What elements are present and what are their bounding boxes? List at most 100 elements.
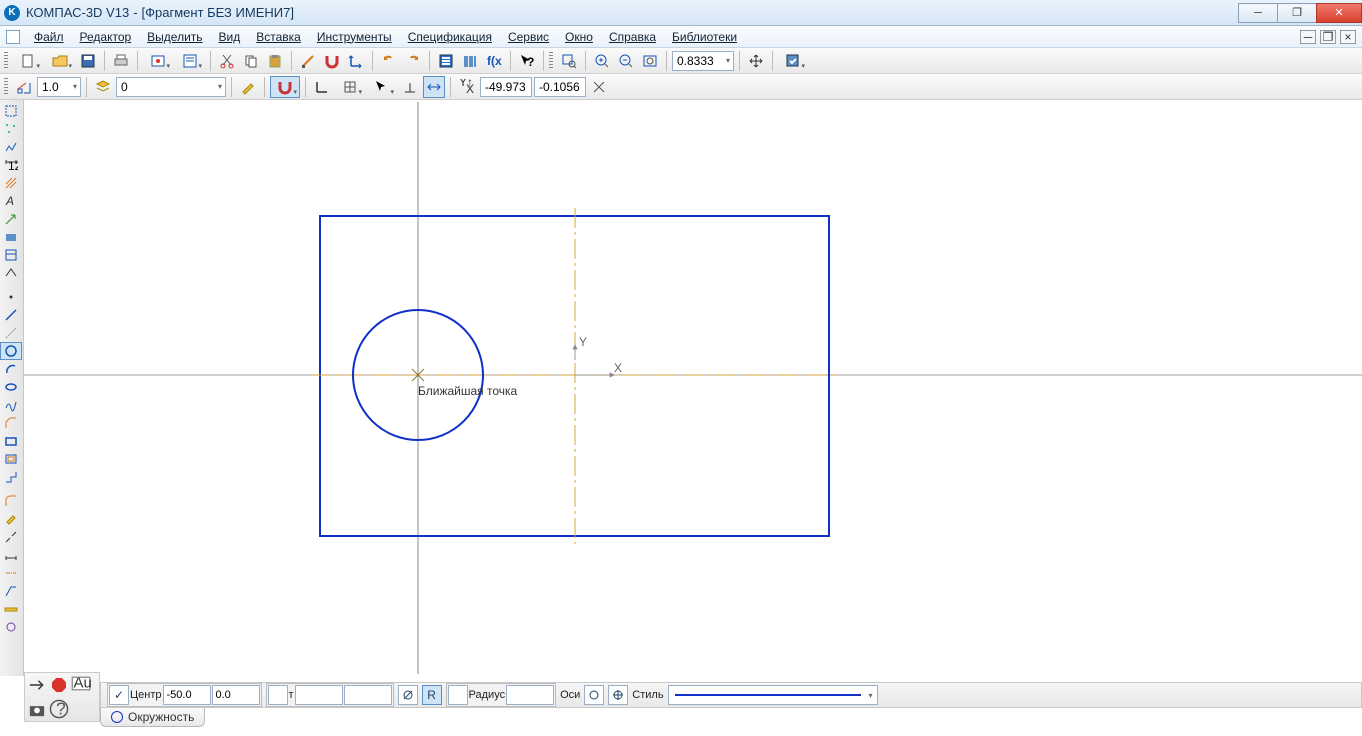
arc-tool[interactable] [0,360,22,378]
menu-edit[interactable]: Редактор [72,28,140,46]
paint-tool[interactable] [0,510,22,528]
perpendicular-icon[interactable] [399,76,421,98]
circle-tool[interactable] [0,342,22,360]
help-button[interactable]: ? [49,699,69,719]
menu-select[interactable]: Выделить [139,28,210,46]
menu-file[interactable]: Файл [26,28,72,46]
grid-button[interactable] [335,76,365,98]
variables-button[interactable]: f(x) [483,50,505,72]
dimension-tool[interactable]: 12 [0,156,22,174]
pan-button[interactable] [745,50,767,72]
dimension-linear-tool[interactable] [0,546,22,564]
text-tool[interactable]: A [0,192,22,210]
edit-properties-button[interactable] [237,76,259,98]
mdi-minimize-button[interactable]: ─ [1300,30,1316,44]
mdi-icon[interactable] [6,30,20,44]
zoom-out-button[interactable] [615,50,637,72]
coord-go-button[interactable] [588,76,610,98]
circle-tab[interactable]: Окружность [100,708,205,727]
create-arrow-button[interactable] [27,675,47,695]
auto-create-button[interactable]: Auto [71,675,91,695]
coord-x-input[interactable] [480,77,532,97]
equidistant-tool[interactable] [0,450,22,468]
scale-icon[interactable] [13,76,35,98]
polyline-tool[interactable] [0,138,22,156]
axes-off-button[interactable] [584,685,604,705]
help-cursor-button[interactable]: ? [516,50,538,72]
center-fix-button[interactable]: ✓ [109,685,129,705]
fillet-tool[interactable] [0,492,22,510]
redo-button[interactable] [402,50,424,72]
stop-button[interactable] [49,675,69,695]
parametric-button[interactable] [423,76,445,98]
paste-button[interactable] [264,50,286,72]
menu-spec[interactable]: Спецификация [400,28,500,46]
point-x-input[interactable] [295,685,343,705]
menu-service[interactable]: Сервис [500,28,557,46]
point-multi-tool[interactable] [0,120,22,138]
point-fix-button[interactable] [268,685,288,705]
point-y-input[interactable] [344,685,392,705]
toolbar-grip[interactable] [4,78,8,96]
line-tool[interactable] [0,306,22,324]
coord-y-input[interactable] [534,77,586,97]
save-button[interactable] [77,50,99,72]
print-button[interactable] [110,50,132,72]
table-tool[interactable] [0,246,22,264]
toolbar-grip[interactable] [549,52,553,70]
menu-view[interactable]: Вид [211,28,249,46]
menu-libs[interactable]: Библиотеки [664,28,745,46]
drawing-canvas[interactable]: Y X Ближайшая точка [24,100,1362,676]
hatch-tool[interactable] [0,174,22,192]
break-tool[interactable] [0,528,22,546]
local-cs-button[interactable] [345,50,367,72]
center-x-input[interactable] [163,685,211,705]
document-manager-button[interactable] [435,50,457,72]
minimize-button[interactable]: ─ [1238,3,1278,23]
maximize-button[interactable]: ❐ [1277,3,1317,23]
point-tool[interactable] [0,288,22,306]
zoom-fit-button[interactable] [639,50,661,72]
rebuild-button[interactable] [778,50,808,72]
menu-insert[interactable]: Вставка [248,28,309,46]
aux-line-tool[interactable] [0,324,22,342]
radius-fix-button[interactable] [448,685,468,705]
center-y-input[interactable] [212,685,260,705]
ellipse-tool[interactable] [0,378,22,396]
copy-button[interactable] [240,50,262,72]
layer-combo[interactable]: 0 [116,77,226,97]
menu-tools[interactable]: Инструменты [309,28,400,46]
diameter-toggle[interactable] [398,685,418,705]
style-combo[interactable] [668,685,878,705]
spec-tool-button[interactable] [175,50,205,72]
radius-input[interactable] [506,685,554,705]
zoom-window-button[interactable] [558,50,580,72]
chamfer-tool[interactable] [0,414,22,432]
library-manager-button[interactable] [459,50,481,72]
snap-button[interactable] [270,76,300,98]
properties-button[interactable] [297,50,319,72]
close-button[interactable]: ✕ [1316,3,1362,23]
menu-window[interactable]: Окно [557,28,601,46]
ortho-button[interactable] [311,76,333,98]
roughness-tool[interactable] [0,264,22,282]
arrow-tool[interactable] [0,210,22,228]
mdi-restore-button[interactable]: ❐ [1320,30,1336,44]
toolbar-grip[interactable] [4,52,8,70]
misc-tool[interactable] [0,618,22,636]
axes-on-button[interactable] [608,685,628,705]
undo-button[interactable] [378,50,400,72]
measure-tool[interactable] [0,600,22,618]
projection-tool[interactable] [0,582,22,600]
zoom-in-button[interactable] [591,50,613,72]
menu-help[interactable]: Справка [601,28,664,46]
symbol-tool[interactable] [0,228,22,246]
rectangle-tool[interactable] [0,432,22,450]
cursor-button[interactable] [367,76,397,98]
preview-button[interactable] [143,50,173,72]
cut-button[interactable] [216,50,238,72]
zoom-value-combo[interactable]: 0.8333 [672,51,734,71]
new-button[interactable] [13,50,43,72]
camera-button[interactable] [27,699,47,719]
collect-contour-tool[interactable] [0,468,22,486]
